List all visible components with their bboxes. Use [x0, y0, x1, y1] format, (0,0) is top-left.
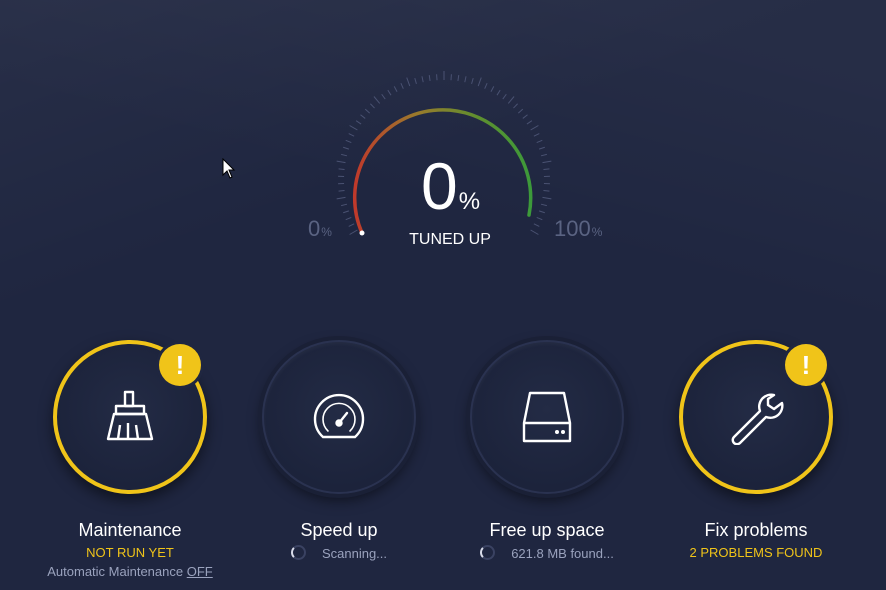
gauge-tick — [533, 223, 540, 227]
speedometer-icon — [313, 393, 365, 439]
automatic-maintenance-label: Automatic Maintenance — [47, 564, 184, 579]
loading-spinner-icon — [480, 545, 496, 560]
gauge-tick — [370, 103, 375, 109]
speed-up-tile[interactable]: Speed up Scanning... — [234, 340, 444, 590]
gauge-tick — [428, 74, 431, 82]
gauge-tick — [343, 146, 350, 150]
maintenance-title: Maintenance — [78, 520, 182, 540]
gauge-tick — [522, 114, 528, 119]
speed-up-button[interactable] — [262, 340, 416, 494]
gauge-tick — [484, 82, 488, 89]
gauge-tick — [393, 86, 398, 92]
free-up-space-tile[interactable]: Free up space 621.8 MB found... — [442, 340, 652, 590]
gauge-tick — [348, 223, 355, 227]
mouse-cursor-icon — [222, 158, 236, 179]
gauge-tick — [538, 146, 545, 150]
gauge-tick — [414, 77, 417, 85]
hard-drive-icon — [522, 391, 572, 443]
free-up-space-title: Free up space — [489, 520, 605, 540]
gauge-tick — [421, 76, 424, 83]
gauge-value: 0% — [420, 149, 480, 223]
gauge-tick — [517, 108, 524, 114]
gauge-min-label: 0% — [308, 216, 332, 241]
gauge-tick — [381, 93, 386, 100]
gauge-tick — [507, 96, 515, 104]
gauge-tick — [373, 96, 381, 104]
speed-up-status: Scanning... — [234, 545, 444, 561]
loading-spinner-icon — [290, 545, 306, 560]
automatic-maintenance-setting: Automatic Maintenance OFF — [25, 564, 235, 579]
gauge-tick — [364, 108, 371, 114]
gauge-max-label: 100% — [554, 216, 603, 241]
gauge-tick — [477, 77, 482, 87]
warning-badge: ! — [159, 344, 201, 386]
speed-up-title: Speed up — [300, 520, 378, 540]
free-up-space-status: 621.8 MB found... — [442, 545, 652, 561]
gauge-tick — [406, 77, 411, 87]
gauge-tick — [345, 139, 352, 144]
warning-badge: ! — [785, 344, 827, 386]
gauge-tick — [349, 125, 358, 131]
gauge-tick — [457, 74, 460, 82]
wrench-icon — [731, 393, 784, 445]
gauge-tick — [526, 120, 533, 125]
gauge-tick — [348, 133, 355, 137]
automatic-maintenance-toggle-link[interactable]: OFF — [187, 564, 213, 579]
gauge-tick — [471, 77, 474, 85]
gauge-tick — [502, 93, 507, 100]
gauge-tick — [387, 89, 392, 96]
gauge-tick — [360, 114, 366, 119]
gauge-tick — [533, 133, 540, 137]
maintenance-status: NOT RUN YET — [86, 545, 174, 560]
fix-problems-title: Fix problems — [704, 520, 808, 540]
gauge-tick — [530, 125, 539, 131]
gauge-tick — [536, 139, 543, 144]
fix-problems-status: 2 PROBLEMS FOUND — [689, 545, 823, 560]
maintenance-tile[interactable]: ! Maintenance NOT RUN YET Automatic Main… — [25, 340, 235, 590]
broom-icon — [106, 390, 154, 441]
gauge-tick — [464, 76, 467, 83]
gauge-tick — [496, 89, 501, 96]
gauge-tick — [490, 86, 495, 92]
gauge-tick — [355, 120, 362, 125]
tune-up-gauge: 0% TUNED UP 0% 100% — [300, 70, 603, 270]
free-up-space-button[interactable] — [470, 340, 624, 494]
gauge-tick — [400, 82, 404, 89]
gauge-tick — [513, 103, 518, 109]
fix-problems-tile[interactable]: ! Fix problems 2 PROBLEMS FOUND — [651, 340, 861, 590]
